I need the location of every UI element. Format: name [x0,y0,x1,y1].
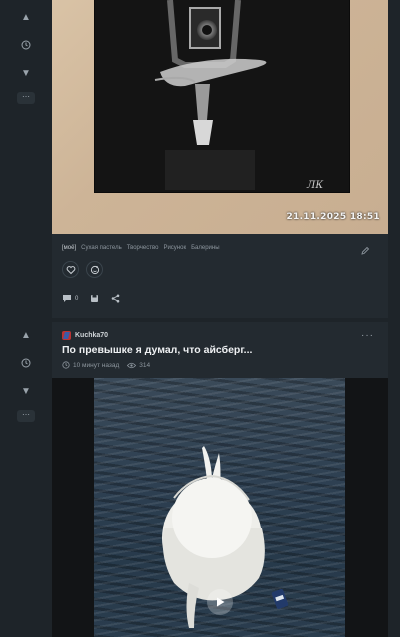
post-card-2: Kuchka70 ··· По превышке я думал, что ай… [52,322,388,637]
vote-down-icon[interactable]: ▼ [17,382,35,400]
post-actions: 0 [62,294,120,303]
comments-count: 0 [75,295,79,302]
more-icon[interactable]: ⋯ [17,92,35,104]
tag[interactable]: Рисунок [163,245,186,251]
comments-button[interactable]: 0 [62,294,78,303]
post-title[interactable]: По превышке я думал, что айсберг... [62,344,252,356]
post-image[interactable]: ЛК 21.11.2025 18:51 [52,0,388,234]
reaction-row [62,261,103,278]
avatar[interactable] [62,331,71,340]
comment-icon [63,295,71,302]
author[interactable]: Kuchka70 [62,331,108,340]
post-time: 10 минут назад [73,361,120,369]
drawing-paper: ЛК [95,0,349,192]
clock-icon[interactable] [17,354,35,372]
tag[interactable]: Творчество [127,245,159,251]
clock-icon[interactable] [17,36,35,54]
tag-mine[interactable]: [моё] [62,245,76,251]
tag-list: [моё] Сухая пастель Творчество Рисунок Б… [62,245,220,251]
author-name[interactable]: Kuchka70 [75,332,108,339]
views-count: 314 [139,361,151,369]
save-icon[interactable] [90,294,99,303]
post-meta: 10 минут назад 314 [62,361,150,369]
vote-down-icon[interactable]: ▼ [17,64,35,82]
vote-column-post-1: ▲ ▼ ⋯ [0,8,52,104]
tag[interactable]: Сухая пастель [81,245,122,251]
eye-icon [127,362,137,368]
more-icon[interactable]: ⋯ [17,410,35,422]
vote-column-post-2: ▲ ▼ ⋯ [0,326,52,422]
share-icon[interactable] [111,294,120,303]
video-player[interactable] [52,378,388,637]
feed: ▲ ▼ ⋯ ЛК 21.11.2025 18:51 [моё] Сухая па… [0,0,400,637]
vote-up-icon[interactable]: ▲ [17,8,35,26]
pencil-icon[interactable] [360,243,370,255]
more-options-icon[interactable]: ··· [361,330,374,341]
play-icon[interactable] [207,589,233,615]
vote-up-icon[interactable]: ▲ [17,326,35,344]
svg-text:ЛК: ЛК [306,180,323,191]
heart-icon[interactable] [62,261,79,278]
tag[interactable]: Балерины [191,245,219,251]
clock-icon [62,361,70,369]
add-reaction-icon[interactable] [86,261,103,278]
post-card-1: ЛК 21.11.2025 18:51 [моё] Сухая пастель … [52,0,388,318]
image-timestamp: 21.11.2025 18:51 [286,212,380,222]
